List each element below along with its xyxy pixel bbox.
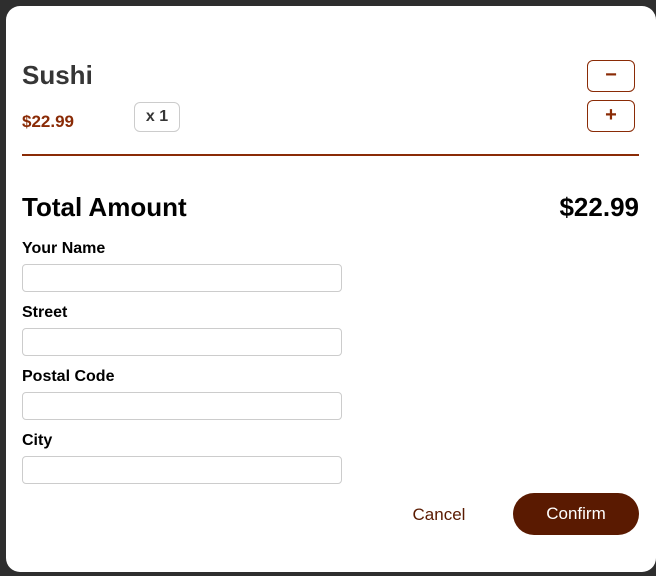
street-field-label: Street [22,304,68,321]
cart-item-quantity-badge: x 1 [134,102,180,132]
postal-code-field-label: Postal Code [22,368,115,385]
increase-quantity-button[interactable]: + [587,100,635,132]
street-input[interactable] [22,328,342,356]
cart-item-name: Sushi [22,60,93,90]
total-amount-value: $22.99 [559,192,639,222]
city-field-label: City [22,432,53,449]
decrease-quantity-button[interactable]: − [587,60,635,92]
name-input[interactable] [22,264,342,292]
confirm-button[interactable]: Confirm [513,493,639,535]
total-amount-label: Total Amount [22,192,187,222]
name-field-label: Your Name [22,240,106,257]
cart-item: Sushi $22.99 x 1 − + [22,58,639,156]
city-input[interactable] [22,456,342,484]
postal-code-input[interactable] [22,392,342,420]
cart-modal: Sushi $22.99 x 1 − + Total Amount $22.99… [6,6,656,572]
cancel-button[interactable]: Cancel [394,498,484,532]
cart-item-price: $22.99 [22,112,74,131]
